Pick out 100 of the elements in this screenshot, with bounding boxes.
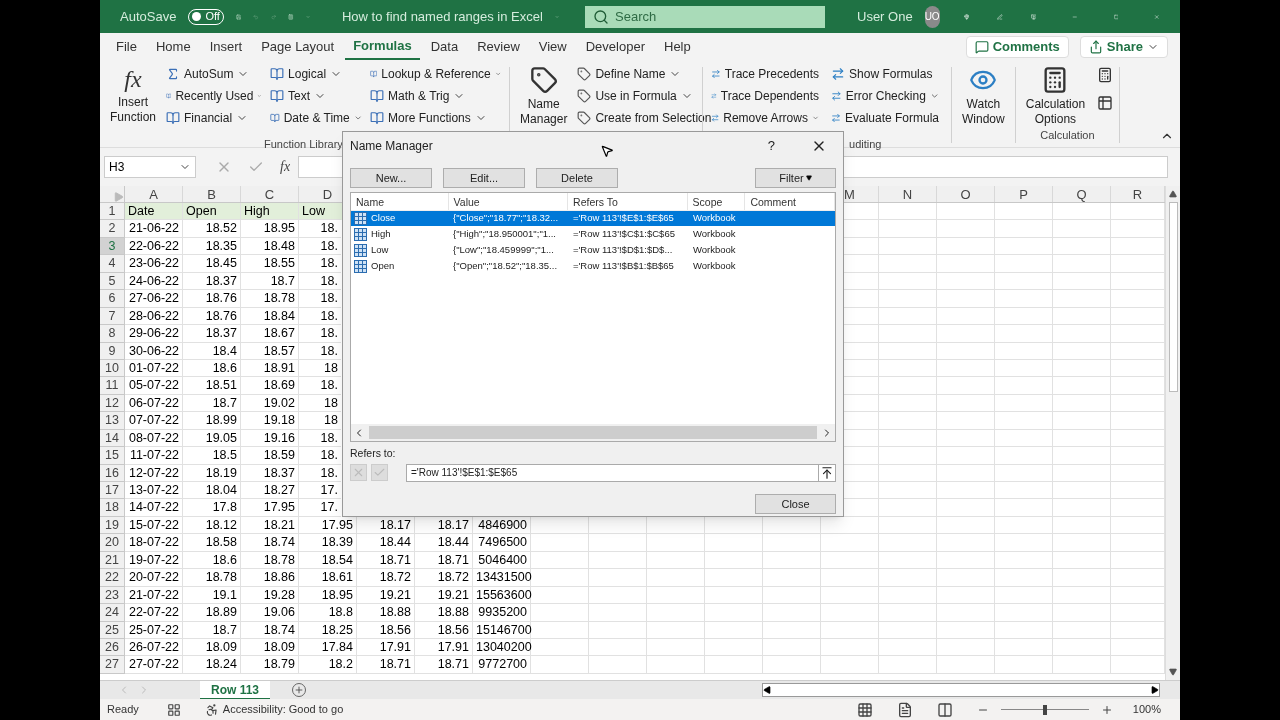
ribbon-button[interactable]: AutoSum — [164, 63, 265, 85]
column-header[interactable]: P — [995, 186, 1053, 202]
dialog-button[interactable]: Edit... — [443, 168, 525, 188]
row-header[interactable]: 20 — [100, 534, 125, 552]
calculator-icon[interactable] — [1097, 67, 1114, 83]
scroll-left-icon[interactable] — [763, 686, 771, 694]
refers-to-field[interactable]: ='Row 113'!$E$1:$E$65 — [406, 463, 836, 482]
ribbon-button[interactable]: Error Checking — [829, 85, 942, 107]
ribbon-button[interactable]: Evaluate Formula — [829, 107, 942, 129]
search-field[interactable]: Search — [585, 5, 825, 28]
column-header[interactable]: Scope — [687, 193, 746, 210]
close-button[interactable]: Close — [755, 493, 836, 514]
empty-cell — [589, 604, 647, 622]
sheet-icon[interactable] — [1097, 95, 1114, 111]
table-cell: 18.61 — [299, 569, 357, 587]
name-row[interactable]: High {"High";"18.950001";"1... ='Row 113'!$C$1:$C$65 Workbook — [351, 227, 835, 242]
filter-button[interactable]: Filter — [755, 168, 836, 188]
column-header[interactable]: Refers To — [568, 193, 688, 210]
column-header[interactable]: B — [183, 186, 241, 202]
zoom-in-icon[interactable] — [1100, 703, 1113, 716]
menu-tab[interactable]: Developer — [577, 33, 653, 60]
name-box[interactable]: H3 — [104, 155, 196, 178]
row-header[interactable]: 17 — [100, 482, 125, 500]
table-cell: 01-07-22 — [125, 359, 183, 378]
ribbon-button[interactable]: Recently Used — [164, 85, 265, 107]
row-header[interactable]: 27 — [100, 656, 125, 674]
row-header[interactable]: 11 — [100, 377, 125, 395]
ribbon-button[interactable]: Math & Trig — [368, 85, 504, 107]
ribbon-button[interactable]: Date & Time — [268, 107, 365, 129]
menu-tab[interactable]: Review — [469, 33, 528, 60]
empty-cell — [879, 499, 937, 517]
zoom-level[interactable]: 100% — [1132, 701, 1161, 718]
cancel-icon[interactable] — [350, 464, 367, 482]
row-header[interactable]: 2 — [100, 220, 125, 238]
name-row[interactable]: Close {"Close";"18.77";"18.32... ='Row 113'!$E$1:$E$65 Workbook — [351, 211, 835, 226]
ribbon-button[interactable]: More Functions — [368, 107, 504, 129]
page-layout-icon[interactable] — [896, 701, 913, 718]
column-header[interactable]: Name — [351, 193, 449, 210]
collapse-dialog-icon[interactable] — [818, 464, 835, 481]
check-icon[interactable] — [371, 464, 388, 482]
table-cell: 18.54 — [299, 551, 357, 570]
column-header[interactable]: Comment — [745, 193, 835, 210]
scroll-up-icon[interactable] — [1169, 190, 1177, 198]
row-header[interactable]: 13 — [100, 412, 125, 430]
column-header[interactable]: O — [937, 186, 995, 202]
scroll-right-icon[interactable] — [1151, 686, 1159, 694]
column-header[interactable]: Value — [448, 193, 569, 210]
row-header[interactable]: 22 — [100, 569, 125, 587]
share-button[interactable]: Share — [1079, 35, 1168, 58]
fx-label[interactable]: fx — [280, 156, 291, 177]
menu-tab[interactable]: File — [108, 33, 145, 60]
accessibility-icon[interactable] — [204, 702, 219, 717]
column-header[interactable]: Q — [1053, 186, 1111, 202]
ribbon-button[interactable]: Lookup & Reference — [368, 63, 504, 85]
ribbon-button[interactable]: Logical — [268, 63, 365, 85]
row-header[interactable]: 15 — [100, 447, 125, 465]
table-cell: 29-06-22 — [125, 325, 183, 343]
ribbon-large-button[interactable]: Name Manager — [516, 63, 572, 127]
row-header[interactable]: 18 — [100, 499, 125, 517]
normal-view-icon[interactable] — [856, 701, 873, 718]
table-cell: 18.76 — [183, 290, 241, 308]
dialog-button[interactable]: Delete — [536, 168, 618, 188]
row-header[interactable]: 8 — [100, 325, 125, 343]
name-row[interactable]: Low {"Low";"18.459999";"1... ='Row 113'!$D$1:$D$... Workbook — [351, 243, 835, 258]
help-button[interactable]: ? — [767, 136, 775, 156]
ribbon-button[interactable]: Text — [268, 85, 365, 107]
menu-tab[interactable]: Help — [656, 33, 699, 60]
share-icon — [1088, 39, 1103, 54]
row-header[interactable]: 6 — [100, 290, 125, 308]
row-header[interactable]: 1 — [100, 203, 125, 221]
horizontal-scrollbar[interactable] — [762, 683, 1160, 697]
column-header[interactable]: A — [125, 186, 183, 202]
zoom-slider[interactable] — [1000, 704, 1089, 715]
ribbon-large-button[interactable]: Watch Window — [958, 63, 1009, 127]
scroll-thumb[interactable] — [1168, 202, 1178, 392]
ribbon-large-button[interactable]: Calculation Options — [1021, 63, 1090, 127]
ribbon-button[interactable]: Financial — [164, 107, 265, 129]
comments-button[interactable]: Comments — [965, 35, 1069, 58]
column-header[interactable]: C — [241, 186, 299, 202]
zoom-thumb[interactable] — [1042, 704, 1047, 715]
menu-tab[interactable]: View — [530, 33, 575, 60]
table-cell: 18.04 — [183, 482, 241, 500]
vertical-scrollbar[interactable] — [1165, 186, 1180, 680]
ribbon-large-button[interactable]: fx Insert Function — [106, 63, 161, 125]
column-header[interactable]: N — [879, 186, 937, 202]
ribbon-button[interactable]: Show Formulas — [829, 63, 942, 85]
menu-tab[interactable]: Data — [422, 33, 467, 60]
sheet-tab[interactable]: Row 113 — [200, 680, 271, 700]
menu-tab[interactable]: Home — [147, 33, 199, 60]
page-break-icon[interactable] — [936, 701, 953, 718]
macro-icon[interactable] — [166, 702, 181, 717]
name-row[interactable]: Open {"Open";"18.52";"18.35... ='Row 113'!$B$1:$B$65 Workbook — [351, 259, 835, 274]
row-header[interactable]: 24 — [100, 604, 125, 622]
scroll-down-icon[interactable] — [1169, 668, 1177, 676]
row-header[interactable]: 4 — [100, 255, 125, 273]
accessibility-status[interactable]: Accessibility: Good to go — [222, 701, 344, 718]
dialog-button[interactable]: New... — [350, 168, 432, 188]
menu-tab[interactable]: Page Layout — [253, 33, 343, 60]
ribbon-button[interactable]: Create from Selection — [575, 107, 714, 129]
menu-tab[interactable]: Insert — [201, 33, 251, 60]
